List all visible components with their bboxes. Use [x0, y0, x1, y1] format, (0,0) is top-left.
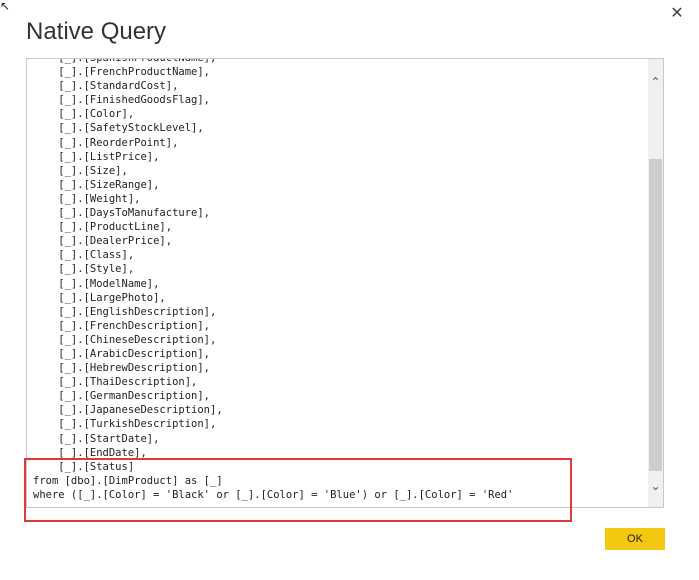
- query-line: [_].[EndDate],: [33, 446, 147, 459]
- query-line: [_].[SizeRange],: [33, 178, 160, 191]
- query-line: [_].[Color],: [33, 108, 135, 121]
- query-line: [_].[DealerPrice],: [33, 235, 173, 248]
- query-line: [_].[FrenchProductName],: [33, 66, 211, 79]
- query-line: [_].[TurkishDescription],: [33, 418, 217, 431]
- query-line: [_].[Status]: [33, 460, 135, 473]
- query-line: [_].[SpanishProductName],: [33, 58, 217, 64]
- query-line: [_].[ListPrice],: [33, 150, 160, 163]
- query-line: [_].[Class],: [33, 249, 135, 262]
- query-line: [_].[ProductLine],: [33, 221, 173, 234]
- query-line: where ([_].[Color] = 'Black' or [_].[Col…: [33, 488, 514, 501]
- query-line: [_].[JapaneseDescription],: [33, 404, 223, 417]
- query-text-area[interactable]: [_].[SpanishProductName], [_].[FrenchPro…: [26, 58, 664, 508]
- query-line: [_].[ChineseDescription],: [33, 333, 217, 346]
- scroll-down-icon[interactable]: ⌄: [648, 477, 663, 495]
- query-line: [_].[FinishedGoodsFlag],: [33, 94, 211, 107]
- query-line: [_].[StandardCost],: [33, 80, 179, 93]
- close-icon[interactable]: ✕: [668, 4, 686, 22]
- query-line: [_].[Weight],: [33, 192, 141, 205]
- query-code: [_].[SpanishProductName], [_].[FrenchPro…: [33, 58, 514, 502]
- cursor-arrow-icon: ↖: [0, 0, 11, 13]
- dialog-title: Native Query: [26, 18, 167, 45]
- query-line: [_].[LargePhoto],: [33, 291, 166, 304]
- query-line: [_].[SafetyStockLevel],: [33, 122, 204, 135]
- query-line: [_].[HebrewDescription],: [33, 362, 211, 375]
- query-line: [_].[ArabicDescription],: [33, 347, 211, 360]
- query-line: [_].[ModelName],: [33, 277, 160, 290]
- ok-button[interactable]: OK: [605, 528, 665, 550]
- query-line: [_].[DaysToManufacture],: [33, 207, 211, 220]
- query-line: [_].[ThaiDescription],: [33, 376, 198, 389]
- query-line: [_].[ReorderPoint],: [33, 136, 179, 149]
- scroll-thumb[interactable]: [649, 159, 662, 471]
- query-line: [_].[StartDate],: [33, 432, 160, 445]
- query-line: [_].[Size],: [33, 164, 128, 177]
- query-line: from [dbo].[DimProduct] as [_]: [33, 474, 223, 487]
- query-line: [_].[EnglishDescription],: [33, 305, 217, 318]
- query-line: [_].[GermanDescription],: [33, 390, 211, 403]
- query-line: [_].[Style],: [33, 263, 135, 276]
- query-line: [_].[FrenchDescription],: [33, 319, 211, 332]
- scroll-up-icon[interactable]: ⌃: [648, 73, 663, 91]
- vertical-scrollbar[interactable]: ⌃ ⌄: [648, 59, 663, 507]
- native-query-dialog: ↖ Native Query ✕ [_].[SpanishProductName…: [0, 0, 699, 580]
